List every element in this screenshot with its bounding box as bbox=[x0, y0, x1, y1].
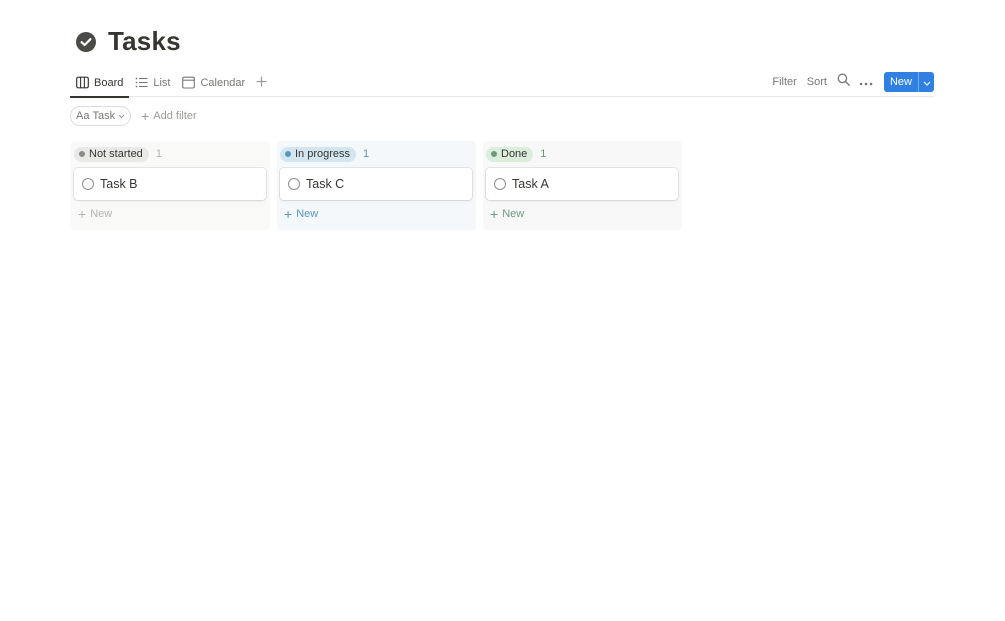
column-header[interactable]: Not started 1 bbox=[74, 146, 162, 162]
sort-button[interactable]: Sort bbox=[802, 72, 832, 92]
task-card-title: Task C bbox=[306, 177, 345, 191]
filter-button[interactable]: Filter bbox=[767, 72, 801, 92]
tab-list[interactable]: List bbox=[129, 68, 176, 97]
search-button[interactable] bbox=[834, 72, 854, 92]
list-icon bbox=[135, 76, 148, 89]
column-header[interactable]: Done 1 bbox=[486, 146, 546, 162]
group-by-property-pill[interactable]: Aa Task bbox=[70, 106, 132, 126]
column-new-button[interactable]: + New bbox=[490, 207, 524, 221]
plus-icon: + bbox=[490, 206, 499, 222]
chevron-down-icon bbox=[923, 73, 931, 91]
column-new-label: New bbox=[296, 208, 319, 220]
page: Tasks Board List Calendar Filter Sort Ne… bbox=[0, 0, 1005, 621]
more-options-button[interactable] bbox=[856, 72, 876, 92]
column-count: 1 bbox=[155, 148, 162, 160]
plus-icon: + bbox=[78, 206, 87, 222]
tab-board[interactable]: Board bbox=[70, 68, 130, 98]
calendar-icon bbox=[182, 76, 196, 89]
text-property-icon: Aa bbox=[76, 110, 90, 122]
board-column-not-started: Not started 1 Task B + New bbox=[71, 141, 270, 230]
status-circle-icon bbox=[82, 178, 94, 190]
ellipsis-icon bbox=[859, 73, 873, 91]
column-new-button[interactable]: + New bbox=[78, 207, 112, 221]
status-label: Not started bbox=[89, 148, 143, 160]
tab-list-label: List bbox=[153, 76, 171, 89]
property-label: Task bbox=[92, 110, 116, 122]
view-tabbar: Board List Calendar Filter Sort New bbox=[70, 68, 934, 98]
search-icon bbox=[837, 73, 851, 91]
add-filter-button[interactable]: + Add filter bbox=[141, 109, 197, 123]
new-button[interactable]: New bbox=[884, 72, 918, 92]
column-new-label: New bbox=[90, 208, 113, 220]
task-card[interactable]: Task B bbox=[74, 168, 266, 200]
status-label: Done bbox=[501, 148, 528, 160]
chevron-down-icon bbox=[118, 110, 125, 122]
column-header[interactable]: In progress 1 bbox=[280, 146, 369, 162]
plus-icon: + bbox=[284, 206, 293, 222]
column-new-button[interactable]: + New bbox=[284, 207, 318, 221]
board-icon bbox=[76, 76, 89, 89]
plus-icon bbox=[256, 74, 267, 91]
task-card-title: Task A bbox=[512, 177, 549, 191]
task-card[interactable]: Task A bbox=[486, 168, 678, 200]
board-column-done: Done 1 Task A + New bbox=[483, 141, 682, 230]
status-label: In progress bbox=[295, 148, 351, 160]
status-dot bbox=[285, 151, 291, 157]
page-header: Tasks bbox=[76, 26, 181, 57]
check-circle-icon[interactable] bbox=[76, 31, 96, 52]
filter-row: Aa Task + Add filter bbox=[70, 106, 197, 126]
status-badge: In progress bbox=[280, 146, 357, 162]
column-count: 1 bbox=[540, 148, 547, 160]
task-card[interactable]: Task C bbox=[280, 168, 472, 200]
status-circle-icon bbox=[494, 178, 506, 190]
add-view-button[interactable] bbox=[251, 68, 271, 97]
tab-calendar-label: Calendar bbox=[200, 76, 246, 89]
view-toolbar: Filter Sort New bbox=[767, 72, 934, 92]
task-card-title: Task B bbox=[100, 177, 138, 191]
new-dropdown-button[interactable] bbox=[918, 72, 934, 92]
page-title[interactable]: Tasks bbox=[108, 26, 181, 57]
status-badge: Not started bbox=[74, 146, 149, 162]
add-filter-label: Add filter bbox=[153, 110, 197, 122]
board-column-in-progress: In progress 1 Task C + New bbox=[277, 141, 476, 230]
tab-calendar[interactable]: Calendar bbox=[176, 68, 251, 97]
status-dot bbox=[491, 151, 497, 157]
tab-board-label: Board bbox=[94, 76, 124, 89]
status-badge: Done bbox=[486, 146, 534, 162]
plus-icon: + bbox=[141, 108, 150, 124]
column-new-label: New bbox=[502, 208, 525, 220]
view-tabs: Board List Calendar bbox=[70, 68, 271, 98]
column-count: 1 bbox=[363, 148, 370, 160]
new-split-button: New bbox=[883, 72, 934, 92]
status-circle-icon bbox=[288, 178, 300, 190]
status-dot bbox=[79, 151, 85, 157]
